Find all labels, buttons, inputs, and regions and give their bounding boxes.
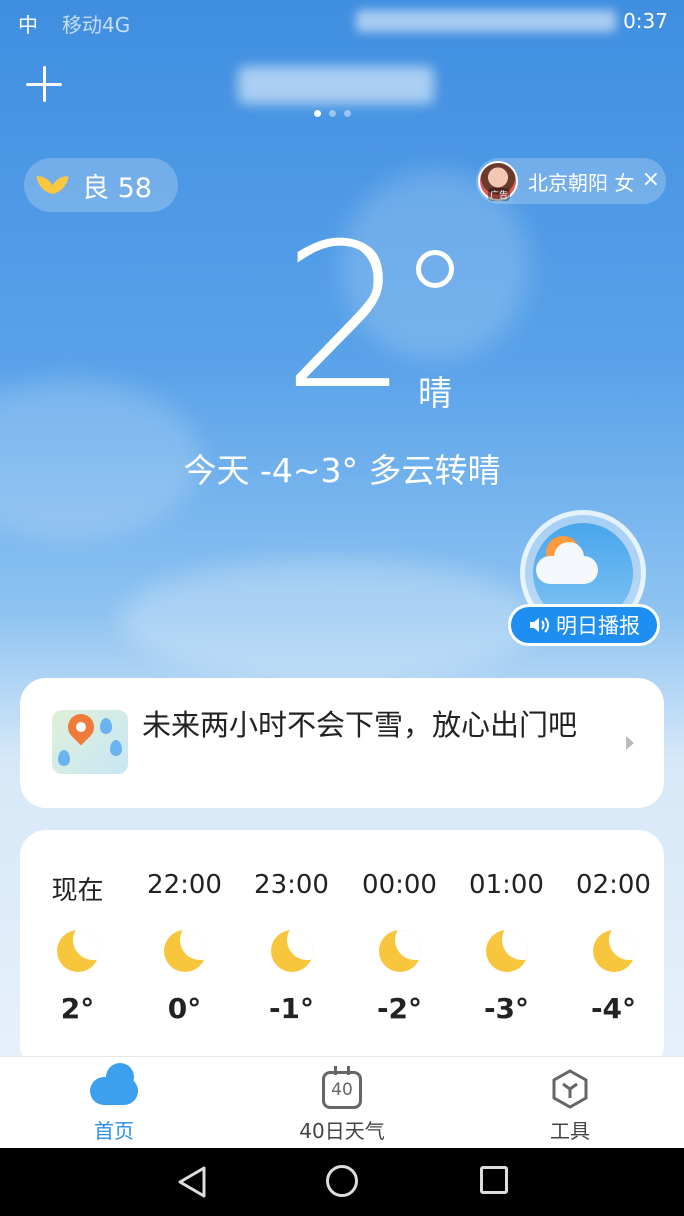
hourly-temperature: 0°	[167, 992, 202, 1025]
bottom-tab-bar: 首页 40 40日天气 工具	[0, 1056, 684, 1148]
carrier-label: 中	[18, 13, 38, 37]
tomorrow-broadcast-label: 明日播报	[556, 614, 640, 638]
hourly-item: 02:00 -4°	[560, 870, 667, 1025]
hourly-temperature: -1°	[268, 992, 315, 1025]
hourly-item: 22:00 0°	[131, 870, 238, 1025]
status-bar: 中 移动4G 0:37	[0, 0, 684, 44]
hourly-time: 22:00	[147, 870, 222, 900]
current-condition: 晴	[418, 374, 452, 414]
pin-shape	[62, 710, 100, 746]
hourly-item: 01:00 -3°	[453, 870, 560, 1025]
close-icon[interactable]: ×	[642, 167, 660, 192]
tab-40-day[interactable]: 40 40日天气	[272, 1066, 412, 1144]
hourly-temperature: 2°	[60, 992, 95, 1025]
system-navigation-bar	[0, 1148, 684, 1216]
chevron-right-icon	[626, 736, 634, 750]
rain-drop	[110, 740, 122, 756]
rain-drop	[58, 750, 70, 766]
home-icon[interactable]	[326, 1165, 358, 1197]
ad-text: 北京朝阳 女	[528, 170, 635, 195]
ad-tag: 广告	[488, 188, 511, 201]
cloud-icon	[90, 1063, 138, 1105]
today-summary: 今天 -4~3° 多云转晴	[183, 451, 501, 490]
hourly-time: 00:00	[362, 870, 437, 900]
rain-drop	[100, 718, 112, 734]
back-icon[interactable]	[176, 1165, 208, 1199]
tomorrow-broadcast[interactable]: 明日播报	[508, 510, 660, 650]
background-cloud	[120, 560, 540, 680]
hourly-time: 01:00	[469, 870, 544, 900]
cloud-icon	[536, 542, 598, 584]
clock: 0:37	[623, 9, 668, 33]
add-city-button[interactable]	[24, 64, 64, 104]
air-quality-label: 良 58	[82, 172, 152, 204]
hourly-time: 23:00	[254, 870, 329, 900]
tab-40-day-label: 40日天气	[299, 1119, 385, 1143]
moon-icon	[592, 930, 635, 972]
hourly-temperature: -3°	[483, 992, 530, 1025]
hourly-item: 23:00 -1°	[238, 870, 345, 1025]
moon-icon	[378, 930, 421, 972]
moon-icon	[270, 930, 313, 972]
ad-banner[interactable]: 广告 北京朝阳 女 ×	[476, 158, 666, 204]
leaf-icon	[38, 173, 68, 197]
speaker-icon	[530, 617, 549, 633]
page-indicator	[314, 110, 351, 117]
air-quality-button[interactable]: 良 58	[24, 158, 178, 212]
hourly-time: 02:00	[576, 870, 651, 900]
hourly-time: 现在	[51, 876, 104, 906]
moon-icon	[485, 930, 528, 972]
page-dot	[329, 110, 336, 117]
page-dot	[314, 110, 321, 117]
status-icons-blurred	[356, 10, 616, 32]
tab-tools[interactable]: 工具	[500, 1067, 640, 1144]
moon-icon	[56, 930, 99, 972]
calendar-icon: 40	[322, 1066, 362, 1109]
current-temperature: 2	[282, 201, 410, 434]
toolbox-icon	[552, 1069, 588, 1109]
hourly-forecast-card[interactable]: 现在 2° 22:00 0° 23:00 -1° 00:00 -2° 01:00 -3° 02:00…	[20, 830, 664, 1070]
map-pin-icon	[52, 710, 128, 774]
tomorrow-broadcast-button[interactable]: 明日播报	[508, 604, 660, 646]
tab-home[interactable]: 首页	[44, 1063, 184, 1144]
degree-icon	[416, 250, 454, 288]
ad-avatar: 广告	[478, 161, 518, 201]
tab-tools-label: 工具	[550, 1119, 590, 1143]
page-dot	[344, 110, 351, 117]
tab-home-label: 首页	[94, 1119, 134, 1143]
network-label: 移动4G	[62, 13, 131, 37]
precipitation-notice-text: 未来两小时不会下雪，放心出门吧	[142, 708, 578, 742]
hourly-temperature: -4°	[590, 992, 637, 1025]
hourly-item: 现在 2°	[24, 870, 131, 1025]
hourly-temperature: -2°	[376, 992, 423, 1025]
city-title-blurred[interactable]	[238, 66, 434, 104]
hourly-item: 00:00 -2°	[346, 870, 453, 1025]
precipitation-notice-card[interactable]: 未来两小时不会下雪，放心出门吧	[20, 678, 664, 808]
moon-icon	[163, 930, 206, 972]
recent-apps-icon[interactable]	[480, 1166, 508, 1194]
